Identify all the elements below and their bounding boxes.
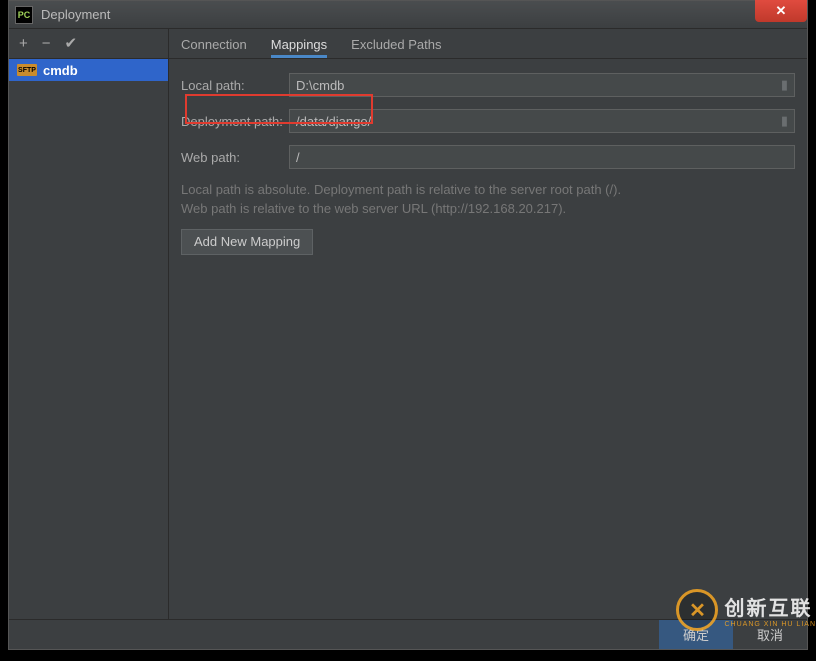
web-path-input[interactable] <box>296 150 788 165</box>
tab-excluded-paths[interactable]: Excluded Paths <box>351 37 441 58</box>
web-path-field[interactable] <box>289 145 795 169</box>
hint-line-2: Web path is relative to the web server U… <box>181 200 795 219</box>
hint-line-1: Local path is absolute. Deployment path … <box>181 181 795 200</box>
local-path-field[interactable]: ▮ <box>289 73 795 97</box>
close-icon: ✕ <box>776 3 787 19</box>
server-item-cmdb[interactable]: SFTP cmdb <box>9 59 168 81</box>
main-panel: Connection Mappings Excluded Paths Local… <box>169 29 807 619</box>
titlebar[interactable]: PC Deployment ✕ <box>9 1 807 29</box>
ok-button[interactable]: 确定 <box>659 620 733 649</box>
deployment-path-input[interactable] <box>296 114 788 129</box>
local-path-label: Local path: <box>181 78 289 93</box>
tab-mappings[interactable]: Mappings <box>271 37 327 58</box>
deployment-dialog: PC Deployment ✕ + − ✔ SFTP cmdb Connecti… <box>8 0 808 650</box>
window-title: Deployment <box>41 7 110 22</box>
server-name-label: cmdb <box>43 63 78 78</box>
dialog-button-bar: 确定 取消 <box>9 619 807 649</box>
check-icon[interactable]: ✔ <box>65 36 78 51</box>
folder-icon[interactable]: ▮ <box>781 113 788 129</box>
pycharm-icon: PC <box>15 6 33 24</box>
add-new-mapping-button[interactable]: Add New Mapping <box>181 229 313 255</box>
cancel-button[interactable]: 取消 <box>733 620 807 649</box>
local-path-input[interactable] <box>296 78 788 93</box>
remove-icon[interactable]: − <box>42 36 51 51</box>
hint-text: Local path is absolute. Deployment path … <box>181 181 795 219</box>
deployment-path-field[interactable]: ▮ <box>289 109 795 133</box>
web-path-label: Web path: <box>181 150 289 165</box>
tab-connection[interactable]: Connection <box>181 37 247 58</box>
add-icon[interactable]: + <box>19 36 28 51</box>
mappings-form: Local path: ▮ Deployment path: ▮ <box>169 59 807 255</box>
tab-bar: Connection Mappings Excluded Paths <box>169 29 807 59</box>
server-sidebar: + − ✔ SFTP cmdb <box>9 29 169 619</box>
folder-icon[interactable]: ▮ <box>781 77 788 93</box>
sidebar-toolbar: + − ✔ <box>9 29 168 59</box>
sftp-badge-icon: SFTP <box>17 64 37 76</box>
close-button[interactable]: ✕ <box>755 0 807 22</box>
deployment-path-label: Deployment path: <box>181 114 289 129</box>
